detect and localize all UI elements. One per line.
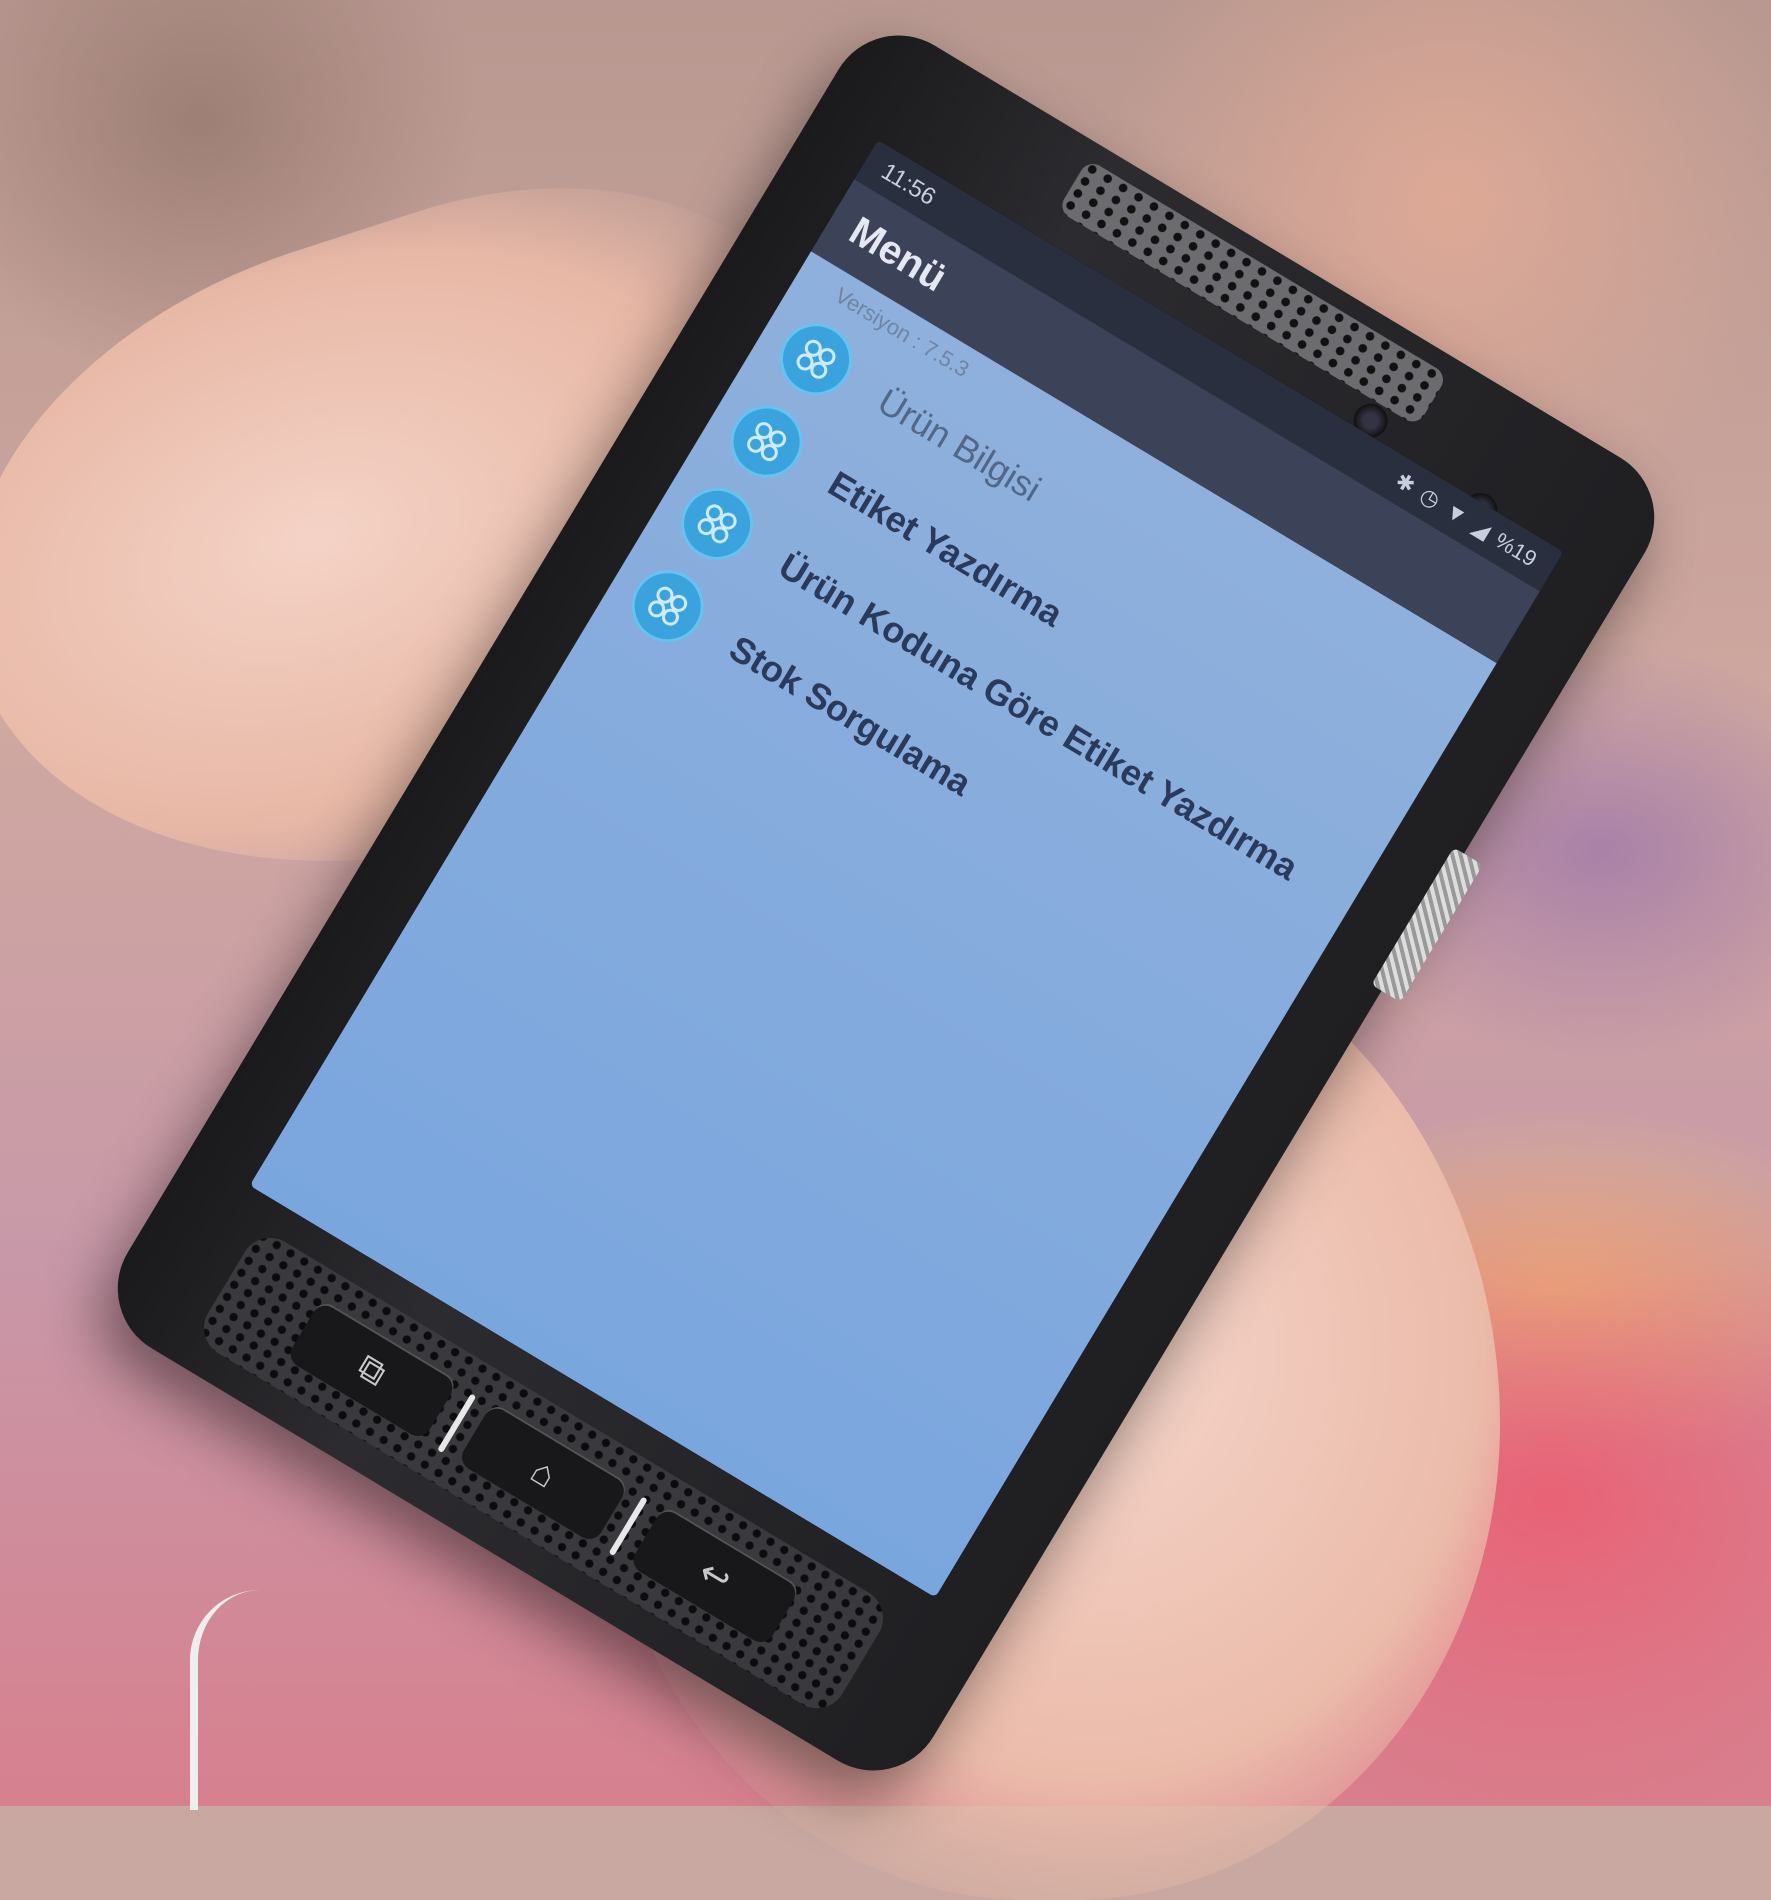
- signal-icon: ◢: [1467, 513, 1496, 544]
- bluetooth-icon: ✱: [1390, 467, 1420, 499]
- alarm-icon: ◷: [1415, 482, 1445, 514]
- wifi-icon: ▼: [1440, 497, 1472, 530]
- charging-cable: [190, 1590, 318, 1810]
- grid-app-icon: [618, 556, 718, 656]
